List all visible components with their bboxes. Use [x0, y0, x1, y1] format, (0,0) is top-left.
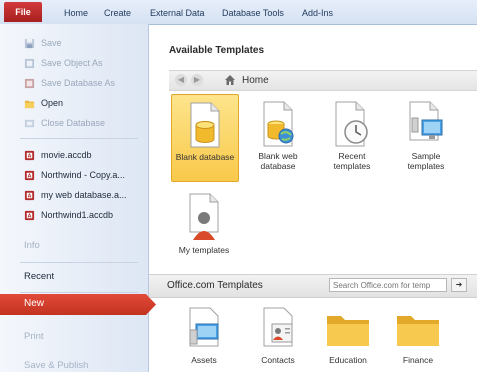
templates-pane: Available Templates ◀ ▶ Home Blank datab…: [149, 24, 477, 372]
recent-file[interactable]: A Northwind1.accdb: [0, 206, 148, 224]
tab-file[interactable]: File: [4, 2, 42, 22]
category-label: Contacts: [261, 355, 295, 365]
sample-templates-icon: [409, 101, 443, 141]
save-icon: [24, 38, 35, 48]
office-search-input[interactable]: [329, 278, 447, 292]
ribbon: File Home Create External Data Database …: [0, 0, 477, 25]
assets-icon: [189, 307, 219, 347]
access-file-icon: A: [24, 190, 35, 200]
svg-text:A: A: [28, 213, 32, 219]
nav-divider: [20, 292, 138, 293]
finance-folder-icon: [397, 316, 439, 346]
nav-open[interactable]: Open: [0, 94, 148, 112]
tab-home[interactable]: Home: [64, 6, 88, 20]
svg-text:A: A: [28, 153, 32, 159]
nav-save[interactable]: Save: [0, 34, 148, 52]
tab-database-tools[interactable]: Database Tools: [222, 6, 284, 20]
nav-divider: [20, 262, 138, 263]
save-database-icon: [24, 78, 35, 88]
nav-close-database[interactable]: Close Database: [0, 114, 148, 132]
office-category-education[interactable]: Education: [315, 306, 381, 372]
tab-add-ins[interactable]: Add-Ins: [302, 6, 333, 20]
template-blank-database[interactable]: Blank database: [171, 94, 239, 182]
nav-recent[interactable]: Recent: [24, 271, 54, 282]
back-arrow-icon[interactable]: ◀: [175, 74, 187, 86]
svg-text:A: A: [28, 173, 32, 179]
nav-close-database-label: Close Database: [41, 118, 106, 128]
breadcrumb: ◀ ▶ Home: [169, 70, 477, 91]
template-label: Blank database: [175, 152, 235, 162]
template-label: Sample templates: [407, 151, 445, 171]
nav-save-database-as[interactable]: Save Database As: [0, 74, 148, 92]
template-label: Blank web database: [258, 151, 298, 171]
nav-open-label: Open: [41, 98, 64, 108]
nav-save-publish[interactable]: Save & Publish: [24, 360, 88, 371]
recent-file-name: Northwind1.accdb: [41, 210, 114, 220]
tab-create[interactable]: Create: [104, 6, 131, 20]
nav-save-label: Save: [41, 38, 62, 48]
recent-file[interactable]: A movie.accdb: [0, 146, 148, 164]
office-templates-title: Office.com Templates: [167, 280, 263, 291]
search-arrow-icon[interactable]: ➜: [451, 278, 467, 292]
my-templates-icon: [189, 193, 219, 240]
home-icon[interactable]: [224, 74, 236, 86]
access-file-icon: A: [24, 210, 35, 220]
category-label: Finance: [402, 355, 434, 365]
breadcrumb-home[interactable]: Home: [242, 75, 269, 86]
education-folder-icon: [327, 316, 369, 346]
nav-save-object-as[interactable]: Save Object As: [0, 54, 148, 72]
nav-info[interactable]: Info: [24, 240, 40, 251]
available-templates-heading: Available Templates: [169, 45, 265, 56]
save-object-icon: [24, 58, 35, 68]
office-category-assets[interactable]: Assets: [171, 306, 237, 372]
nav-save-database-as-label: Save Database As: [41, 78, 116, 88]
contacts-icon: [263, 307, 293, 347]
tab-external-data[interactable]: External Data: [150, 6, 205, 20]
template-sample-templates[interactable]: Sample templates: [393, 94, 459, 180]
nav-print[interactable]: Print: [24, 331, 44, 342]
office-category-contacts[interactable]: Contacts: [245, 306, 311, 372]
forward-arrow-icon[interactable]: ▶: [191, 74, 203, 86]
category-label: Assets: [191, 355, 217, 365]
template-label: Recent templates: [333, 151, 371, 171]
template-blank-web-database[interactable]: Blank web database: [245, 94, 311, 180]
open-folder-icon: [24, 100, 35, 108]
backstage-nav: Save Save Object As Save Database As Ope…: [0, 24, 149, 372]
nav-new-label: New: [24, 298, 45, 309]
svg-text:A: A: [28, 193, 32, 199]
recent-file-name: movie.accdb: [41, 150, 92, 160]
access-file-icon: A: [24, 170, 35, 180]
nav-new-selected[interactable]: New: [0, 294, 156, 315]
office-templates-bar: Office.com Templates ➜: [149, 274, 477, 298]
recent-file-name: Northwind - Copy.a...: [41, 170, 125, 180]
template-my-templates[interactable]: My templates: [171, 190, 237, 264]
template-label: My templates: [178, 245, 230, 255]
nav-divider: [20, 138, 138, 139]
template-recent-templates[interactable]: Recent templates: [319, 94, 385, 180]
blank-database-icon: [190, 102, 220, 148]
recent-file[interactable]: A Northwind - Copy.a...: [0, 166, 148, 184]
nav-save-object-as-label: Save Object As: [41, 58, 103, 68]
access-file-icon: A: [24, 150, 35, 160]
recent-file-name: my web database.a...: [41, 190, 127, 200]
blank-web-database-icon: [263, 101, 294, 147]
close-database-icon: [24, 119, 35, 127]
recent-file[interactable]: A my web database.a...: [0, 186, 148, 204]
recent-templates-icon: [335, 101, 368, 147]
category-label: Education: [329, 355, 367, 365]
office-category-finance[interactable]: Finance: [385, 306, 451, 372]
